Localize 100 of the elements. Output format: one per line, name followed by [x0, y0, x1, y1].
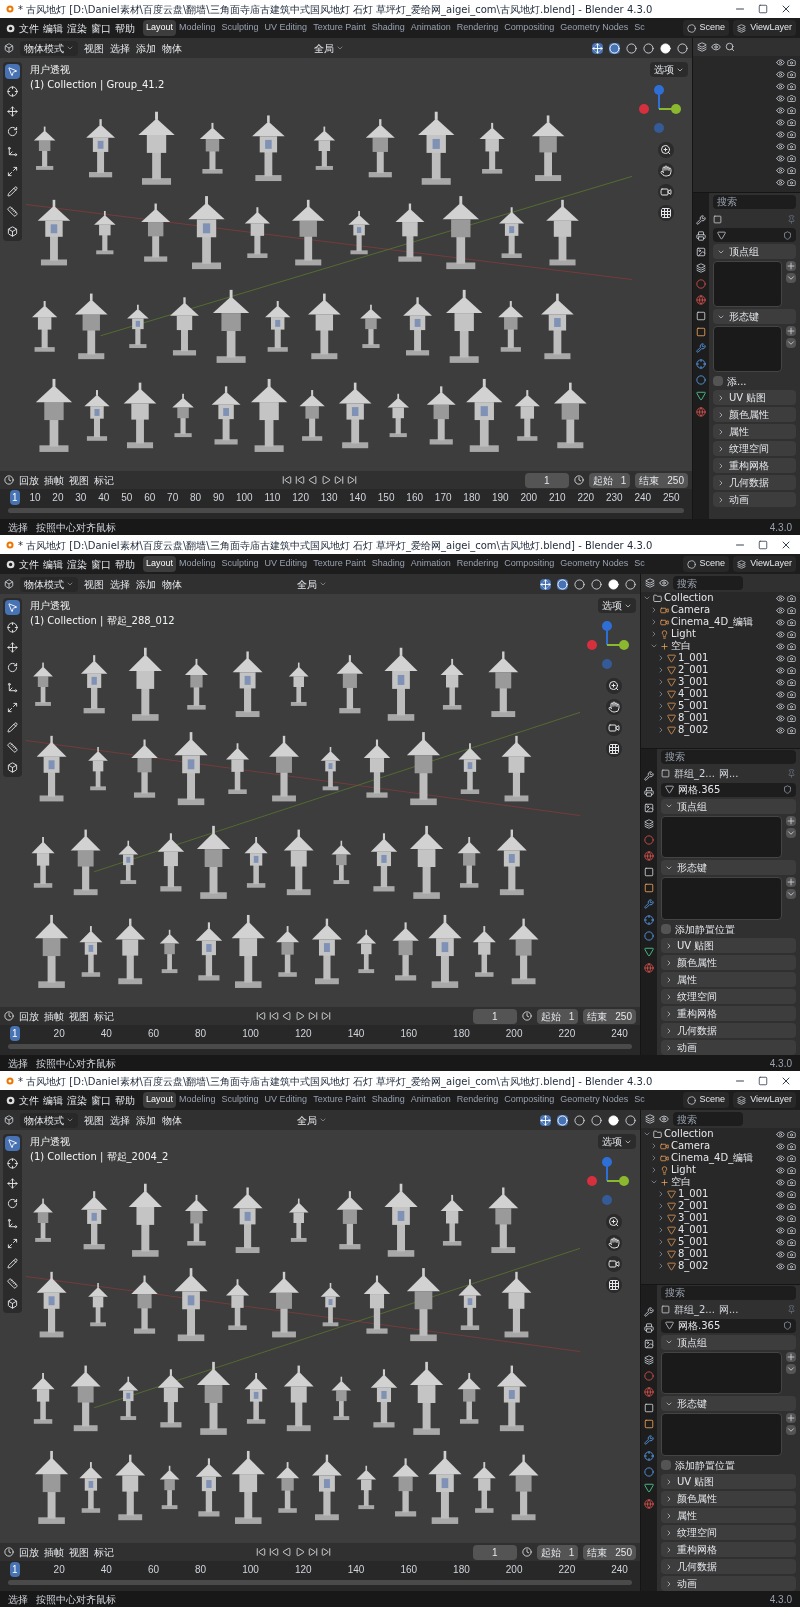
menu-item[interactable]: 帮助	[115, 20, 135, 36]
camera-icon[interactable]	[606, 720, 622, 736]
material-icon[interactable]	[644, 963, 654, 973]
camera-icon[interactable]	[787, 1213, 796, 1223]
collection-icon[interactable]	[644, 1403, 654, 1413]
outliner-item-name[interactable]: Light	[671, 629, 696, 639]
material-icon[interactable]	[696, 407, 706, 417]
workspace-tab[interactable]: Rendering	[453, 20, 502, 36]
view-layer-icon[interactable]	[696, 263, 706, 273]
view-layer-icon[interactable]	[644, 819, 654, 829]
menu-item[interactable]: 编辑	[43, 556, 63, 572]
panel-header[interactable]: 纹理空间	[661, 1525, 796, 1540]
annotate-icon[interactable]	[5, 1256, 20, 1271]
end-frame-field[interactable]: 结束 250	[583, 1008, 636, 1024]
eye-icon[interactable]	[776, 105, 785, 115]
camera-icon[interactable]	[787, 1141, 796, 1151]
end-frame-field[interactable]: 结束 250	[583, 1544, 636, 1560]
panel-header[interactable]: 纹理空间	[661, 989, 796, 1004]
eye-icon[interactable]	[776, 1225, 785, 1235]
editor-type-icon[interactable]	[4, 43, 14, 53]
mesh-data-icon[interactable]	[644, 1483, 654, 1493]
hand-icon[interactable]	[606, 699, 622, 715]
hand-icon[interactable]	[606, 1235, 622, 1251]
render-icon[interactable]	[696, 231, 706, 241]
menu-item[interactable]: 视图	[84, 1112, 104, 1128]
eye-icon[interactable]	[776, 593, 785, 603]
workspace-tab[interactable]: Shading	[368, 556, 408, 572]
annotate-icon[interactable]	[5, 720, 20, 735]
outliner-item-name[interactable]: 5_001	[678, 701, 709, 711]
camera-icon[interactable]	[787, 165, 796, 175]
start-frame-field[interactable]: 起始 1	[536, 1008, 579, 1024]
stopwatch-icon[interactable]	[521, 1011, 532, 1021]
playback-icon[interactable]	[294, 475, 305, 485]
panel-header[interactable]: 颜色属性	[661, 1491, 796, 1506]
blender-logo-icon[interactable]	[4, 558, 15, 570]
output-icon[interactable]	[696, 247, 706, 257]
current-frame-field[interactable]: 1	[472, 1008, 517, 1024]
workspace-tab[interactable]: Sculpting	[218, 556, 262, 572]
camera-icon[interactable]	[787, 117, 796, 127]
orientation-dropdown[interactable]: 全局	[310, 40, 348, 56]
eye-icon[interactable]	[776, 1237, 785, 1247]
add-icon[interactable]	[786, 326, 796, 336]
panel-header[interactable]: UV 贴图	[713, 390, 796, 405]
blender-logo-icon[interactable]	[4, 1094, 15, 1106]
camera-icon[interactable]	[787, 129, 796, 139]
menu-item[interactable]: 选择	[110, 576, 130, 592]
eye-icon[interactable]	[776, 1153, 785, 1163]
menu-item[interactable]: 物体	[162, 40, 182, 56]
panel-header[interactable]: 形态键	[661, 1396, 796, 1412]
playback-icon[interactable]	[346, 475, 357, 485]
workspace-tab[interactable]: Animation	[407, 556, 454, 572]
outliner-editor-icon[interactable]	[645, 578, 655, 588]
checkbox[interactable]	[713, 376, 723, 386]
camera-icon[interactable]	[787, 177, 796, 187]
camera-icon[interactable]	[787, 1177, 796, 1187]
playback-icon[interactable]	[333, 475, 344, 485]
object-icon[interactable]	[696, 327, 706, 337]
timeline-scrollbar[interactable]	[8, 1580, 632, 1585]
search-field[interactable]: 搜索	[713, 194, 796, 209]
workspace-tab[interactable]: Modeling	[176, 556, 219, 572]
camera-icon[interactable]	[787, 605, 796, 615]
maximize-icon[interactable]	[758, 4, 768, 14]
scale-icon[interactable]	[5, 680, 20, 695]
menu-item[interactable]: 标记	[94, 1008, 114, 1024]
eye-icon[interactable]	[776, 81, 785, 91]
shading-mode-icon[interactable]	[574, 1114, 585, 1126]
output-icon[interactable]	[644, 803, 654, 813]
cursor-icon[interactable]	[5, 1156, 20, 1171]
add-icon[interactable]	[786, 1351, 796, 1362]
transform-icon[interactable]	[5, 1236, 20, 1251]
workspace-tab[interactable]: Geometry Nodes	[557, 556, 632, 572]
menu-item[interactable]: 物体	[162, 576, 182, 592]
search-field[interactable]: 搜索	[673, 1112, 743, 1126]
outliner-item-name[interactable]: 4_001	[678, 1225, 709, 1235]
camera-icon[interactable]	[658, 184, 674, 200]
close-icon[interactable]	[780, 1075, 792, 1087]
outliner-item-name[interactable]: 1_001	[678, 653, 709, 663]
overlay-icon[interactable]	[609, 42, 620, 54]
menu-item[interactable]: 选择	[110, 1112, 130, 1128]
transform-icon[interactable]	[5, 164, 20, 179]
eye-icon[interactable]	[776, 725, 785, 735]
camera-icon[interactable]	[787, 593, 796, 603]
gizmo-icon[interactable]	[540, 1114, 551, 1126]
hand-icon[interactable]	[658, 163, 674, 179]
view-layer-field[interactable]: ViewLayer	[733, 1092, 796, 1108]
search-icon[interactable]	[725, 42, 735, 52]
menu-item[interactable]: 回放	[19, 472, 39, 488]
menu-item[interactable]: 物体	[162, 1112, 182, 1128]
panel-header[interactable]: 属性	[661, 972, 796, 987]
eye-icon[interactable]	[776, 129, 785, 139]
menu-item[interactable]: 编辑	[43, 1092, 63, 1108]
overlay-icon[interactable]	[557, 1114, 568, 1126]
workspace-tab[interactable]: Shading	[368, 20, 408, 36]
outliner-item-name[interactable]: 8_001	[678, 1249, 709, 1259]
timeline-scrollbar[interactable]	[8, 1044, 632, 1049]
outliner-item-name[interactable]: 5_001	[678, 1237, 709, 1247]
outliner-item-name[interactable]: 2_001	[678, 665, 709, 675]
mesh-name-field[interactable]	[713, 228, 796, 242]
move-icon[interactable]	[5, 1176, 20, 1191]
workspace-tab[interactable]: Compositing	[501, 1092, 558, 1108]
